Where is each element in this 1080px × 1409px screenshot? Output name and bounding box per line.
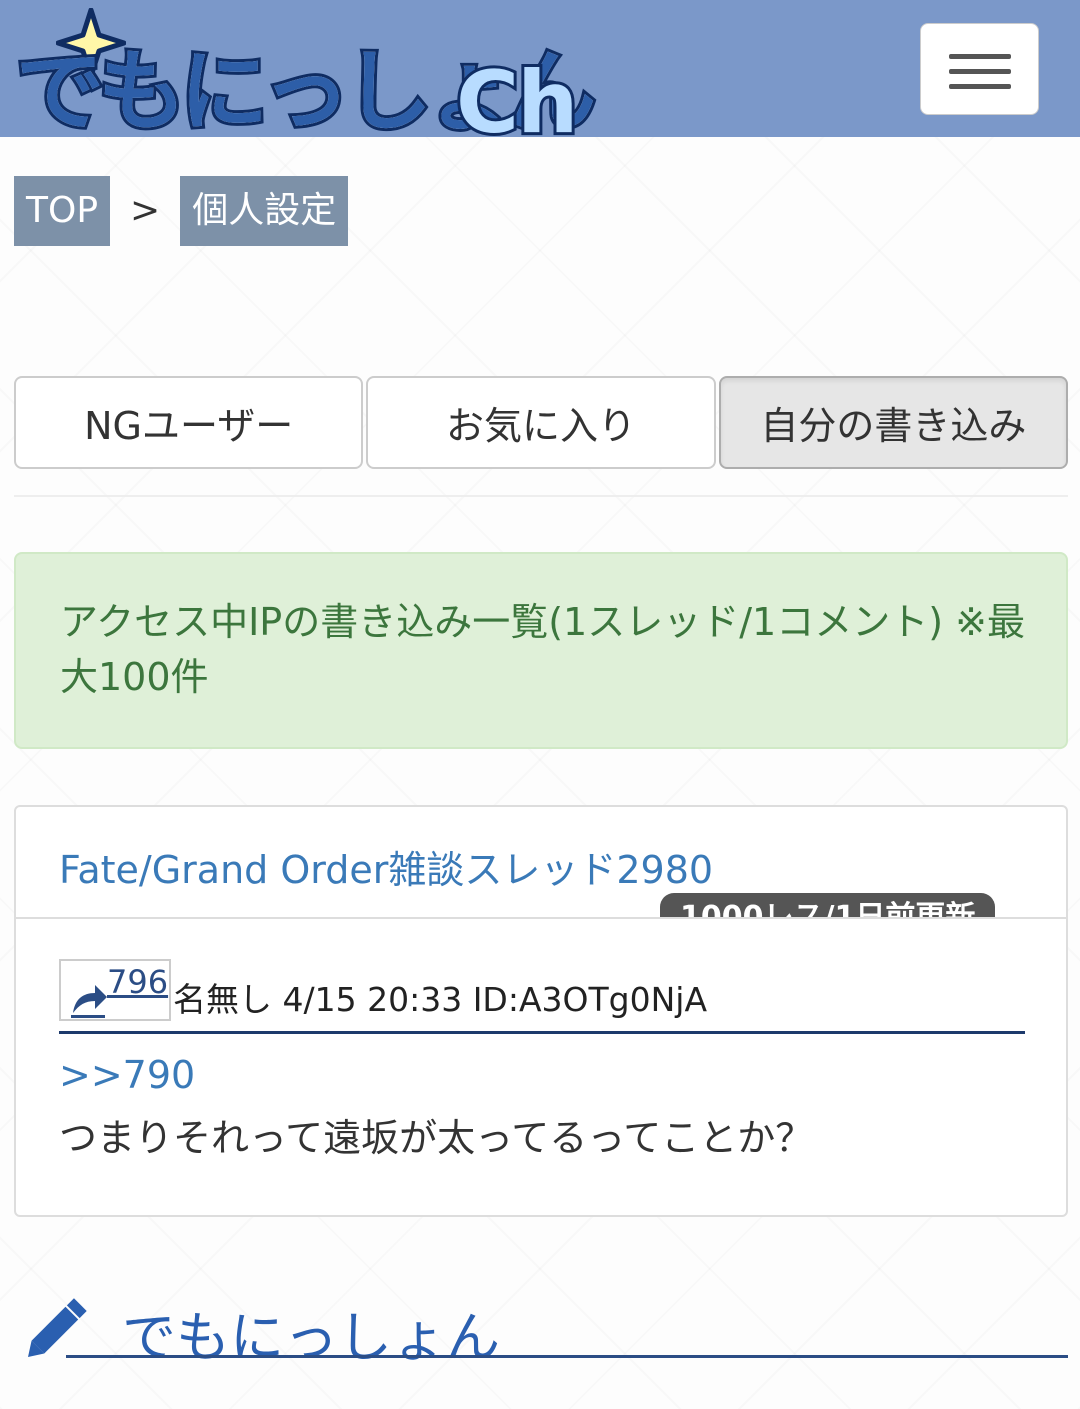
site-header: でもにっしょん Ch	[0, 0, 1080, 149]
hamburger-icon	[949, 69, 1011, 74]
breadcrumb-separator: >	[130, 190, 161, 231]
info-alert: アクセス中IPの書き込み一覧(1スレッド/1コメント) ※最大100件	[14, 552, 1068, 749]
reply-anchor-link[interactable]: >>790	[59, 1053, 195, 1097]
breadcrumb: TOP > 個人設定	[14, 176, 349, 246]
post-author: 名無し	[173, 980, 272, 1019]
divider	[14, 495, 1068, 497]
hamburger-icon	[949, 54, 1011, 59]
breadcrumb-top[interactable]: TOP	[14, 176, 111, 246]
post-meta: 名無し 4/15 20:33 ID:A3OTg0NjA	[173, 973, 707, 1021]
post-date: 4/15 20:33	[282, 980, 463, 1019]
post-id[interactable]: ID:A3OTg0NjA	[473, 980, 707, 1019]
section-title: でもにっしょん	[122, 1306, 500, 1369]
tab-ng-users[interactable]: NGユーザー	[14, 376, 364, 469]
site-logo[interactable]: でもにっしょん Ch	[8, 8, 599, 154]
thread-status-badge: 1000レス/1日前更新	[660, 893, 996, 917]
logo-suffix: Ch	[453, 53, 581, 153]
post-number[interactable]: 796	[107, 963, 168, 1001]
thread-title-link[interactable]: Fate/Grand Order雑談スレッド2980	[59, 839, 713, 894]
section-heading: でもにっしょん	[14, 1285, 1068, 1369]
reply-arrow-icon	[71, 985, 107, 1018]
breadcrumb-current[interactable]: 個人設定	[180, 176, 349, 246]
pencil-icon	[28, 1298, 87, 1357]
thread-header: Fate/Grand Order雑談スレッド2980 1000レス/1日前更新	[16, 807, 1066, 919]
section-underline	[66, 1355, 1068, 1358]
thread-panel: Fate/Grand Order雑談スレッド2980 1000レス/1日前更新 …	[14, 805, 1068, 1217]
post-body: つまりそれって遠坂が太ってるってことか？	[59, 1116, 814, 1160]
settings-tabs: NGユーザー お気に入り 自分の書き込み	[14, 376, 1068, 469]
hamburger-icon	[949, 84, 1011, 89]
menu-button[interactable]	[920, 23, 1039, 115]
post-header: 796 名無し 4/15 20:33 ID:A3OTg0NjA	[59, 959, 1025, 1034]
tab-favorites[interactable]: お気に入り	[366, 376, 716, 469]
reply-button[interactable]: 796	[59, 959, 171, 1021]
tab-my-posts[interactable]: 自分の書き込み	[718, 376, 1068, 469]
